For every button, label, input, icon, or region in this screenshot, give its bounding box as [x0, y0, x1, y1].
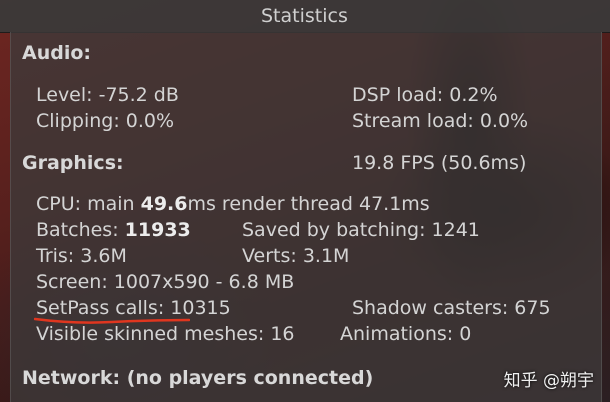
graphics-screen: Screen: 1007x590 - 6.8 MB — [36, 271, 295, 293]
graphics-saved-by-batching: Saved by batching: 1241 — [242, 219, 480, 241]
setpass-annotation-underline — [34, 317, 190, 324]
graphics-batches: Batches: 11933 — [36, 219, 191, 241]
graphics-shadow-casters: Shadow casters: 675 — [352, 297, 551, 319]
window-title: Statistics — [261, 5, 348, 27]
graphics-animations: Animations: 0 — [340, 323, 472, 345]
graphics-heading: Graphics: — [22, 152, 124, 174]
audio-clipping: Clipping: 0.0% — [36, 110, 175, 132]
graphics-verts: Verts: 3.1M — [242, 245, 350, 267]
graphics-skinned-meshes: Visible skinned meshes: 16 — [36, 323, 295, 345]
graphics-fps: 19.8 FPS (50.6ms) — [352, 152, 527, 174]
audio-heading: Audio: — [22, 42, 91, 64]
network-heading: Network: (no players connected) — [22, 367, 374, 389]
audio-dsp-load: DSP load: 0.2% — [352, 84, 498, 106]
audio-stream-load: Stream load: 0.0% — [352, 110, 529, 132]
graphics-cpu: CPU: main 49.6ms render thread 47.1ms — [36, 193, 430, 215]
zhihu-watermark: 知乎 @朔宇 — [503, 371, 594, 391]
stats-title-bar[interactable]: Statistics — [0, 0, 610, 33]
audio-level: Level: -75.2 dB — [36, 84, 179, 106]
graphics-tris: Tris: 3.6M — [36, 245, 127, 267]
